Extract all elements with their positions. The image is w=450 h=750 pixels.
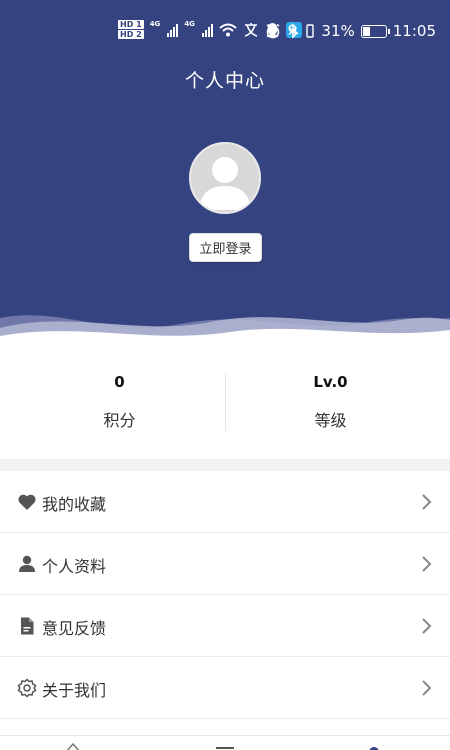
signal-icon — [167, 23, 179, 37]
menu-item-about[interactable]: 关于我们 — [0, 657, 450, 719]
page-title: 个人中心 — [184, 70, 265, 92]
menu-label-feedback: 意见反馈 — [42, 619, 107, 638]
chevron-right-icon — [422, 494, 432, 510]
gear-icon — [17, 678, 37, 698]
menu-item-profile[interactable]: 个人资料 — [0, 533, 450, 595]
hd1-label: HD 1 — [118, 20, 144, 29]
person-icon — [19, 555, 35, 572]
menu-item-feedback[interactable]: 意见反馈 — [0, 595, 450, 657]
menu-list: 我的收藏 个人资料 意见反馈 关于我们 — [0, 471, 450, 719]
list-icon[interactable] — [214, 740, 234, 750]
hd-indicator: HD 1 HD 2 — [118, 20, 144, 39]
chevron-right-icon — [422, 680, 432, 696]
profile-header: HD 1 HD 2 4G 4G 31% 11:05 个人中心 立即登录 — [0, 0, 450, 345]
hd2-label: HD 2 — [118, 30, 144, 39]
wave-decoration — [0, 315, 450, 345]
points-value: 0 — [114, 373, 125, 391]
bottom-tab-bar — [0, 735, 450, 750]
clock: 11:05 — [392, 22, 436, 40]
menu-item-favorites[interactable]: 我的收藏 — [0, 471, 450, 533]
menu-label-favorites: 我的收藏 — [42, 495, 107, 514]
chevron-right-icon — [422, 556, 432, 572]
login-button[interactable]: 立即登录 — [189, 233, 262, 262]
stat-level[interactable]: Lv.0 等级 — [218, 373, 443, 431]
document-icon — [21, 617, 34, 635]
points-label: 积分 — [103, 411, 136, 430]
section-gap — [0, 459, 450, 471]
battery-percent: 31% — [321, 22, 355, 40]
bluetooth-icon — [288, 23, 298, 39]
network-type-2: 4G — [184, 20, 195, 28]
translate-icon — [244, 22, 258, 37]
battery-fill — [362, 26, 370, 36]
profile-icon[interactable] — [364, 740, 384, 750]
stat-points[interactable]: 0 积分 — [7, 373, 232, 431]
status-bar: HD 1 HD 2 4G 4G 31% 11:05 — [0, 18, 450, 48]
menu-label-profile: 个人资料 — [42, 557, 107, 576]
heart-icon — [18, 494, 36, 510]
default-avatar-icon — [199, 157, 251, 210]
vibrate-icon — [306, 24, 315, 38]
status-right-group: 31% 11:05 — [265, 22, 436, 40]
wifi-icon — [219, 23, 237, 36]
alarm-icon — [266, 23, 280, 39]
chevron-right-icon — [422, 618, 432, 634]
network-type-1: 4G — [149, 20, 161, 28]
battery-icon — [360, 24, 390, 38]
level-value: Lv.0 — [313, 373, 348, 391]
signal-icon-2 — [201, 23, 213, 37]
home-icon[interactable] — [63, 740, 83, 750]
avatar[interactable] — [189, 142, 261, 214]
stats-panel: 0 积分 Lv.0 等级 — [0, 345, 450, 459]
level-label: 等级 — [314, 411, 347, 430]
menu-label-about: 关于我们 — [42, 681, 107, 700]
